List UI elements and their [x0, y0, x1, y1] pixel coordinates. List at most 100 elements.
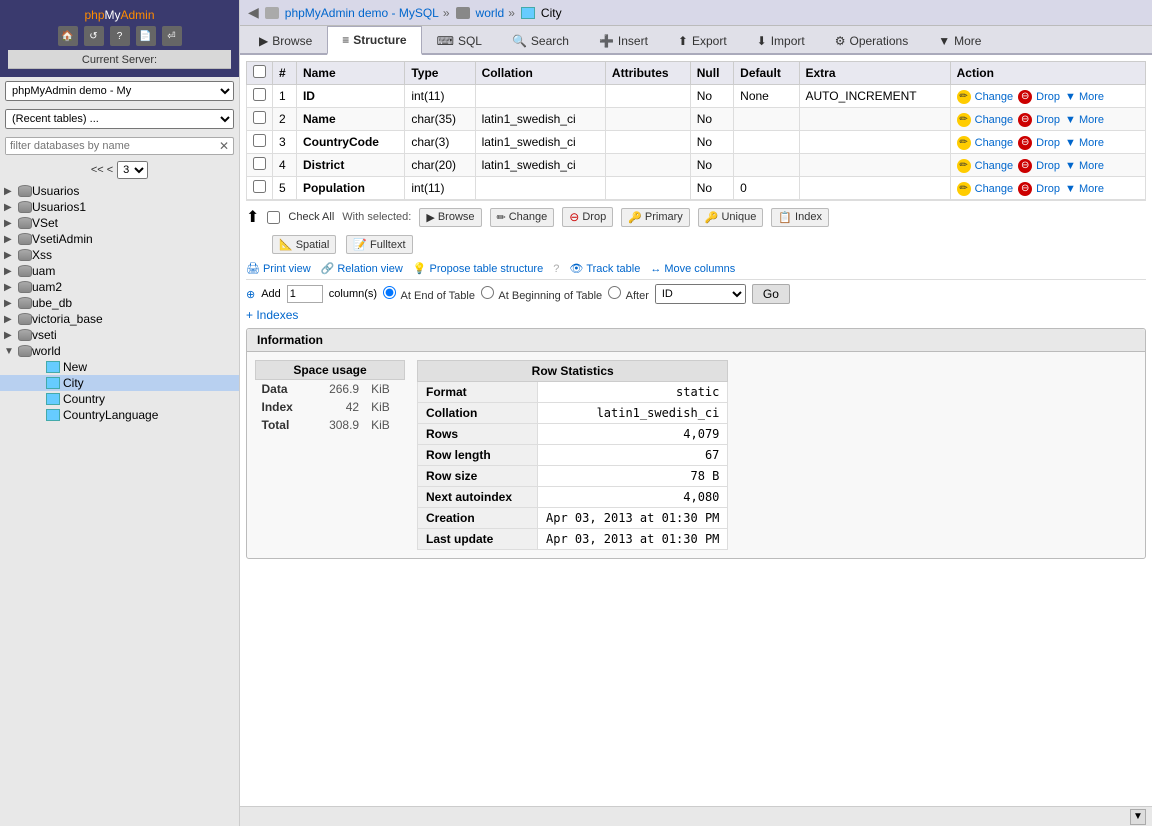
- col-null: No: [690, 177, 733, 200]
- tab-label: Export: [692, 34, 727, 48]
- check-all-checkbox[interactable]: [267, 211, 280, 224]
- track-table-link[interactable]: 👁 Track table: [569, 262, 640, 275]
- db-item-vset[interactable]: ▶ VSet: [0, 215, 239, 231]
- relation-view-link[interactable]: 🔗 Relation view: [321, 262, 403, 275]
- beginning-of-table-radio[interactable]: [481, 286, 494, 299]
- db-item-vseti[interactable]: ▶ vseti: [0, 327, 239, 343]
- col-name: ID: [296, 85, 404, 108]
- more-dropdown-Name[interactable]: ▼ More: [1065, 114, 1104, 126]
- change-link-CountryCode[interactable]: Change: [975, 137, 1014, 149]
- db-item-uam2[interactable]: ▶ uam2: [0, 279, 239, 295]
- pagination-select[interactable]: 3: [117, 161, 148, 179]
- drop-link-CountryCode[interactable]: Drop: [1036, 137, 1060, 149]
- db-item-vsetiadmin[interactable]: ▶ VsetiAdmin: [0, 231, 239, 247]
- db-item-world-city[interactable]: City: [0, 375, 239, 391]
- more-dropdown-ID[interactable]: ▼ More: [1065, 91, 1104, 103]
- db-item-world-countrylanguage[interactable]: CountryLanguage: [0, 407, 239, 423]
- with-selected-browse[interactable]: ▶ Browse: [419, 208, 481, 227]
- tab-structure[interactable]: ≡ Structure: [327, 26, 421, 55]
- tab-export[interactable]: ⬆ Export: [663, 26, 742, 55]
- with-selected-change[interactable]: ✏ Change: [490, 208, 555, 227]
- refresh-icon[interactable]: ↺: [84, 26, 104, 46]
- tab-sql[interactable]: ⌨ SQL: [422, 26, 497, 55]
- db-item-usuarios1[interactable]: ▶ Usuarios1: [0, 199, 239, 215]
- drop-link-Population[interactable]: Drop: [1036, 183, 1060, 195]
- change-link-ID[interactable]: Change: [975, 91, 1014, 103]
- pagination-prev[interactable]: << <: [91, 164, 113, 176]
- fulltext-button[interactable]: 📝 Fulltext: [346, 235, 412, 254]
- more-dropdown-District[interactable]: ▼ More: [1065, 160, 1104, 172]
- docs-icon[interactable]: 📄: [136, 26, 156, 46]
- propose-structure-link[interactable]: 💡 Propose table structure: [413, 262, 543, 275]
- breadcrumb-db[interactable]: world: [476, 6, 505, 20]
- tab-more[interactable]: ▼ More: [923, 26, 996, 55]
- db-item-world[interactable]: ▼ world: [0, 343, 239, 359]
- row-stat-row: Next autoindex4,080: [418, 487, 728, 508]
- recent-tables-select[interactable]: (Recent tables) ...: [5, 109, 234, 129]
- print-view-link[interactable]: 🖨 Print view: [246, 262, 311, 275]
- back-arrow-icon[interactable]: ◀: [248, 4, 259, 21]
- drop-link-Name[interactable]: Drop: [1036, 114, 1060, 126]
- check-all-button[interactable]: Check All: [288, 211, 334, 223]
- breadcrumb-app[interactable]: phpMyAdmin demo - MySQL: [285, 6, 439, 20]
- home-icon[interactable]: 🏠: [58, 26, 78, 46]
- after-column-select[interactable]: ID Name CountryCode District Population: [655, 284, 746, 304]
- more-dropdown-Population[interactable]: ▼ More: [1065, 183, 1104, 195]
- db-item-ube[interactable]: ▶ ube_db: [0, 295, 239, 311]
- col-extra: AUTO_INCREMENT: [799, 85, 950, 108]
- change-link-District[interactable]: Change: [975, 160, 1014, 172]
- change-link-Population[interactable]: Change: [975, 183, 1014, 195]
- logout-icon[interactable]: ⏎: [162, 26, 182, 46]
- select-all-checkbox[interactable]: [253, 65, 266, 78]
- tab-label: Structure: [353, 33, 406, 47]
- with-selected-unique[interactable]: 🔑 Unique: [698, 208, 764, 227]
- drop-link-ID[interactable]: Drop: [1036, 91, 1060, 103]
- tab-insert[interactable]: ➕ Insert: [584, 26, 663, 55]
- with-selected-drop[interactable]: ⊖ Drop: [562, 207, 613, 227]
- row-checkbox-ID[interactable]: [253, 88, 266, 101]
- add-count-input[interactable]: [287, 285, 323, 303]
- collapse-button[interactable]: ▼: [1130, 809, 1146, 825]
- drop-link-District[interactable]: Drop: [1036, 160, 1060, 172]
- after-radio[interactable]: [608, 286, 621, 299]
- row-stat-row: Row size78 B: [418, 466, 728, 487]
- spatial-button[interactable]: 📐 Spatial: [272, 235, 336, 254]
- db-item-uam[interactable]: ▶ uam: [0, 263, 239, 279]
- col-default: [734, 154, 799, 177]
- move-columns-link[interactable]: ↔ Move columns: [650, 263, 735, 275]
- tab-operations[interactable]: ⚙ Operations: [820, 26, 923, 55]
- help-icon[interactable]: ?: [110, 26, 130, 46]
- tab-search[interactable]: 🔍 Search: [497, 26, 584, 55]
- db-item-xss[interactable]: ▶ Xss: [0, 247, 239, 263]
- col-header-attributes: Attributes: [605, 62, 690, 85]
- row-checkbox-District[interactable]: [253, 157, 266, 170]
- more-dropdown-CountryCode[interactable]: ▼ More: [1065, 137, 1104, 149]
- with-selected-index[interactable]: 📋 Index: [771, 208, 829, 227]
- breadcrumb-sep2: »: [508, 6, 515, 20]
- table-name: Country: [63, 392, 105, 406]
- with-selected-primary[interactable]: 🔑 Primary: [621, 208, 690, 227]
- tab-import[interactable]: ⬇ Import: [742, 26, 820, 55]
- end-of-table-radio[interactable]: [383, 286, 396, 299]
- db-item-usuarios[interactable]: ▶ Usuarios: [0, 183, 239, 199]
- tab-label: Import: [771, 34, 805, 48]
- row-checkbox-Name[interactable]: [253, 111, 266, 124]
- fulltext-icon: 📝: [353, 238, 367, 251]
- toggle-icon: ▶: [4, 266, 18, 277]
- indexes-link[interactable]: + Indexes: [246, 306, 298, 324]
- filter-input[interactable]: [6, 138, 215, 154]
- server-select[interactable]: phpMyAdmin demo - My: [5, 81, 234, 101]
- table-row: 5 Population int(11) No 0 ✏ Change ⊖ Dro…: [247, 177, 1146, 200]
- db-item-victoria[interactable]: ▶ victoria_base: [0, 311, 239, 327]
- change-link-Name[interactable]: Change: [975, 114, 1014, 126]
- row-checkbox-CountryCode[interactable]: [253, 134, 266, 147]
- with-selected-label: With selected:: [342, 211, 411, 223]
- go-button[interactable]: Go: [752, 284, 790, 304]
- row-checkbox-cell: [247, 177, 273, 200]
- tab-browse[interactable]: ▶ Browse: [244, 26, 327, 55]
- clear-filter-button[interactable]: ✕: [215, 139, 233, 153]
- db-item-world-country[interactable]: Country: [0, 391, 239, 407]
- db-item-world-new[interactable]: New: [0, 359, 239, 375]
- end-of-table-label: At End of Table: [383, 286, 475, 302]
- row-checkbox-Population[interactable]: [253, 180, 266, 193]
